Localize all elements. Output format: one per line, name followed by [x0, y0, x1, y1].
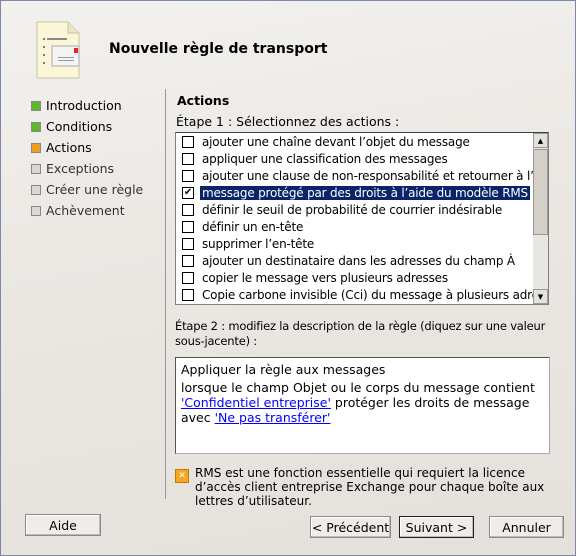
do-not-forward-link[interactable]: 'Ne pas transférer' [215, 410, 331, 425]
action-label: ajouter une chaîne devant l’objet du mes… [202, 134, 470, 149]
checkbox[interactable] [182, 237, 194, 250]
action-item[interactable]: définir le seuil de probabilité de courr… [176, 201, 548, 218]
action-item[interactable]: ajouter un destinataire dans les adresse… [176, 252, 548, 269]
action-item[interactable]: supprimer l’en-tête [176, 235, 548, 252]
nav-step-label: Conditions [46, 119, 113, 134]
desc-mid: protéger les droits de message [330, 395, 530, 410]
back-button[interactable]: < Précédent [310, 516, 391, 538]
note-text: RMS est une fonction essentielle qui req… [195, 466, 545, 508]
checkbox[interactable] [182, 220, 194, 233]
action-item[interactable]: Copie carbone invisible (Cci) du message… [176, 286, 548, 303]
scroll-down-button[interactable]: ▼ [533, 289, 548, 304]
checkbox[interactable] [182, 254, 194, 267]
actions-list[interactable]: ajouter une chaîne devant l’objet du mes… [175, 132, 549, 305]
transport-rule-icon [36, 21, 80, 79]
exchange-icon: ✕ [175, 469, 189, 483]
nav-step-introduction: Introduction [31, 95, 143, 116]
confidential-link[interactable]: 'Confidentiel entreprise' [181, 395, 331, 410]
checkbox[interactable] [182, 203, 194, 216]
nav-step-exceptions: Exceptions [31, 158, 143, 179]
action-label: définir le seuil de probabilité de courr… [202, 202, 503, 217]
action-label: copier le message vers plusieurs adresse… [202, 270, 448, 285]
action-label: message protégé par des droits à l’aide … [200, 185, 530, 200]
checkbox[interactable] [182, 152, 194, 165]
wizard-window: Nouvelle règle de transport Introduction… [0, 0, 576, 556]
wizard-steps: Introduction Conditions Actions Exceptions C… [31, 95, 143, 221]
scroll-up-button[interactable]: ▲ [533, 133, 548, 148]
nav-step-label: Exceptions [46, 161, 115, 176]
step-status-icon [31, 142, 41, 153]
nav-step-label: Introduction [46, 98, 122, 113]
license-note: ✕ RMS est une fonction essentielle qui r… [175, 466, 555, 508]
nav-step-label: Achèvement [46, 203, 125, 218]
step-status-icon [31, 163, 41, 174]
checkbox[interactable] [182, 271, 194, 284]
divider [165, 89, 166, 499]
step1-label: Étape 1 : Sélectionnez des actions : [176, 114, 400, 129]
action-item[interactable]: ajouter une chaîne devant l’objet du mes… [176, 133, 548, 150]
step2-label: Étape 2 : modifiez la description de la … [175, 319, 546, 348]
help-button[interactable]: Aide [25, 514, 101, 536]
nav-step-label: Créer une règle [46, 182, 144, 197]
nav-step-conditions: Conditions [31, 116, 143, 137]
action-label: ajouter un destinataire dans les adresse… [202, 253, 515, 268]
scroll-thumb[interactable] [533, 149, 548, 235]
action-item[interactable]: appliquer une classification des message… [176, 150, 548, 167]
checkbox[interactable] [182, 169, 194, 182]
step-status-icon [31, 121, 41, 132]
checkbox[interactable]: ✔ [182, 186, 194, 199]
action-label: supprimer l’en-tête [202, 236, 315, 251]
step-status-icon [31, 100, 41, 111]
nav-step-actions: Actions [31, 137, 143, 158]
action-label: ajouter une clause de non-responsabilité… [202, 168, 549, 183]
checkbox[interactable] [182, 135, 194, 148]
checkbox[interactable] [182, 288, 194, 301]
page-title: Nouvelle règle de transport [109, 41, 328, 57]
action-label: définir un en-tête [202, 219, 304, 234]
scrollbar[interactable]: ▲ ▼ [533, 133, 548, 304]
cancel-button[interactable]: Annuler [489, 516, 564, 538]
next-button[interactable]: Suivant > [399, 516, 474, 538]
action-item[interactable]: définir un en-tête [176, 218, 548, 235]
rule-description: Appliquer la règle aux messages lorsque … [175, 357, 550, 454]
desc-line2: lorsque le champ Objet ou le corps du me… [181, 380, 535, 395]
desc-line1: Appliquer la règle aux messages [181, 362, 386, 377]
action-item[interactable]: ajouter une clause de non-responsabilité… [176, 167, 548, 184]
nav-step-achèvement: Achèvement [31, 200, 143, 221]
nav-step-créer-une-règle: Créer une règle [31, 179, 143, 200]
step-status-icon [31, 205, 41, 216]
action-label: appliquer une classification des message… [202, 151, 448, 166]
action-item[interactable]: ✔ message protégé par des droits à l’aide… [176, 184, 548, 201]
action-item[interactable]: copier le message vers plusieurs adresse… [176, 269, 548, 286]
nav-step-label: Actions [46, 140, 92, 155]
action-label: Copie carbone invisible (Cci) du message… [202, 287, 549, 302]
step-status-icon [31, 184, 41, 195]
desc-line3: avec [181, 410, 215, 425]
section-title: Actions [177, 93, 230, 108]
